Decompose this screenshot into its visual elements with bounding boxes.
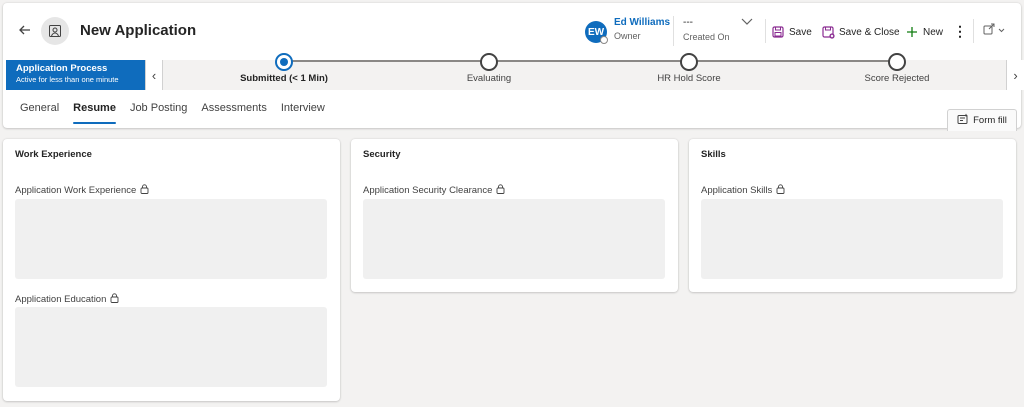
form-fill-button[interactable]: Form fill: [947, 109, 1017, 131]
lock-icon: [496, 184, 505, 197]
created-on-label: Created On: [683, 32, 730, 42]
process-name: Application Process: [16, 63, 108, 74]
field-label: Application Skills: [701, 184, 785, 197]
tab-general[interactable]: General: [20, 102, 59, 124]
save-icon: [771, 25, 785, 39]
save-close-button[interactable]: Save & Close: [821, 22, 900, 42]
tab-assessments[interactable]: Assessments: [201, 102, 266, 124]
header-expand-chevron-icon[interactable]: [741, 18, 753, 29]
process-flyout[interactable]: Application Process Active for less than…: [6, 60, 145, 90]
plus-icon: [905, 25, 919, 39]
divider: [673, 16, 674, 46]
chevron-down-icon: [998, 25, 1005, 35]
tab-interview[interactable]: Interview: [281, 102, 325, 124]
share-button[interactable]: [983, 23, 1005, 37]
save-label: Save: [789, 26, 812, 38]
business-process-flow: Application Process Active for less than…: [6, 53, 1024, 90]
lock-icon: [776, 184, 785, 197]
save-button[interactable]: Save: [771, 22, 812, 42]
page-title: New Application: [80, 22, 197, 39]
stage-label: Score Rejected: [864, 73, 930, 84]
form-fill-label: Form fill: [973, 115, 1007, 126]
field-label-text: Application Skills: [701, 185, 773, 196]
education-field[interactable]: [15, 307, 327, 387]
stage-circle-icon: [888, 53, 906, 71]
record-header: New Application EW Ed Williams Owner ---…: [3, 3, 1024, 131]
share-icon: [983, 23, 996, 37]
field-label: Application Education: [15, 293, 119, 306]
section-work-experience: Work Experience Application Work Experie…: [3, 139, 340, 401]
lock-icon: [110, 293, 119, 306]
stage-circle-icon: [680, 53, 698, 71]
next-stage-chevron-icon[interactable]: ›: [1006, 60, 1024, 90]
more-commands-icon[interactable]: ⋮: [953, 22, 967, 42]
new-label: New: [923, 26, 944, 38]
stage-label: Evaluating: [466, 73, 512, 84]
lock-icon: [140, 184, 149, 197]
section-title: Skills: [701, 149, 726, 160]
prev-stage-chevron-icon[interactable]: ‹: [145, 60, 163, 90]
field-label-text: Application Work Experience: [15, 185, 137, 196]
stage-label: Submitted (< 1 Min): [240, 73, 328, 84]
section-skills: Skills Application Skills: [689, 139, 1016, 292]
skills-field[interactable]: [701, 199, 1003, 279]
section-security: Security Application Security Clearance: [351, 139, 678, 292]
field-label: Application Security Clearance: [363, 184, 505, 197]
process-connector: [284, 60, 898, 62]
divider: [765, 19, 766, 43]
process-duration: Active for less than one minute: [16, 75, 119, 84]
work-experience-field[interactable]: [15, 199, 327, 279]
tab-job-posting[interactable]: Job Posting: [130, 102, 187, 124]
divider: [973, 19, 974, 43]
back-arrow-icon[interactable]: [17, 22, 33, 38]
active-stage-icon: [275, 53, 293, 71]
created-on-value: ---: [683, 17, 693, 28]
field-label: Application Work Experience: [15, 184, 149, 197]
application-entity-icon: [41, 17, 69, 45]
section-title: Security: [363, 149, 401, 160]
section-title: Work Experience: [15, 149, 92, 160]
form-tabs: General Resume Job Posting Assessments I…: [20, 102, 339, 124]
owner-label: Owner: [614, 31, 641, 41]
field-label-text: Application Education: [15, 294, 107, 305]
form-fill-icon: [957, 113, 969, 128]
save-close-icon: [821, 25, 835, 39]
owner-name-link[interactable]: Ed Williams: [614, 17, 670, 28]
stage-label: HR Hold Score: [657, 73, 721, 84]
save-close-label: Save & Close: [839, 26, 900, 38]
new-button[interactable]: New: [905, 22, 943, 42]
presence-status-icon: [600, 36, 608, 44]
stage-circle-icon: [480, 53, 498, 71]
field-label-text: Application Security Clearance: [363, 185, 493, 196]
security-clearance-field[interactable]: [363, 199, 665, 279]
tab-resume[interactable]: Resume: [73, 102, 116, 124]
